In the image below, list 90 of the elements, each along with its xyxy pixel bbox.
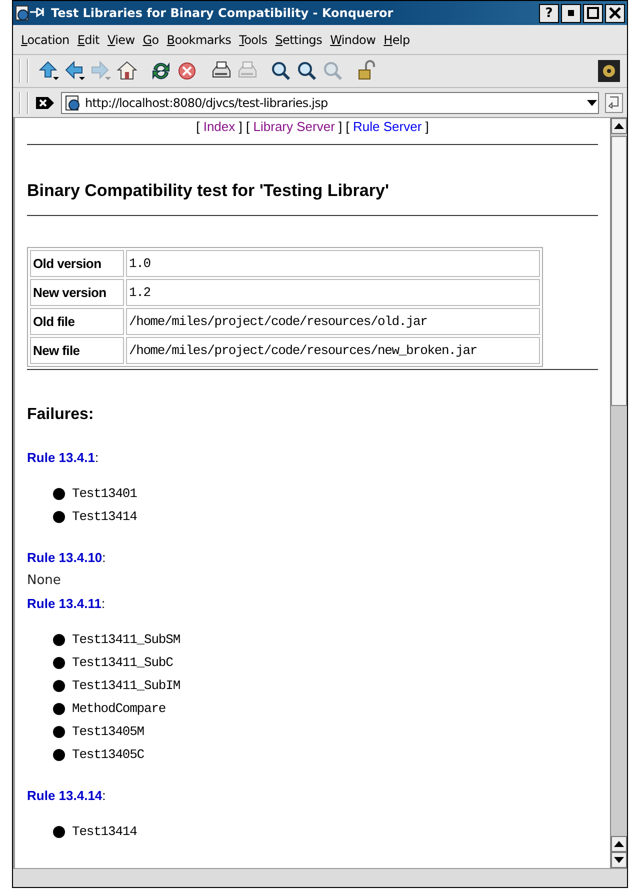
clear-icon [35,96,55,110]
up-arrow-icon [37,59,61,83]
table-cell: Old file [30,308,124,335]
colon-text: : [101,596,106,610]
table-cell: 1.0 [126,250,540,277]
menu-item[interactable]: Edit [73,30,104,48]
magnifier-icon [321,59,345,83]
bracket-text: [ [246,119,250,134]
activity-button[interactable] [597,59,621,83]
scroll-up-icon[interactable] [614,841,624,847]
test-name: MethodCompare [72,701,166,716]
table-cell: Old version [30,250,124,277]
bullet-icon [53,826,65,838]
maximize-button[interactable] [583,4,603,22]
menu-item[interactable]: Settings [271,30,326,48]
rule-link[interactable]: Rule 13.4.1 [27,450,95,464]
colon-text: : [94,450,99,464]
bracket-text: ] [425,119,429,134]
bullet-icon [53,656,65,668]
menu-item[interactable]: Window [326,30,380,48]
nav-link[interactable]: Rule Server [353,119,422,134]
test-name: Test13414 [72,509,137,524]
section-heading: Failures: [27,406,95,424]
scroll-up-icon[interactable] [614,123,624,129]
test-name: Test13411_SubSM [72,632,180,647]
menu-item[interactable]: Tools [235,30,272,48]
return-arrow-icon [608,96,620,110]
bracket-text: ] [338,119,342,134]
bullet-icon [53,634,65,646]
colon-text: : [102,788,106,802]
rule-link[interactable]: Rule 13.4.10 [27,550,102,564]
app-icon [15,4,47,22]
menu-item[interactable]: Help [380,30,414,48]
toolbar-handle[interactable] [19,59,29,83]
menu-item[interactable]: Go [138,30,163,48]
bracket-text: [ [196,119,200,134]
test-name: Test13405M [72,724,144,739]
test-name: Test13411_SubIM [72,678,180,693]
url-text: http://localhost:8080/djvcs/test-libraries.jsp [85,96,329,110]
bullet-icon [53,748,65,760]
go-button[interactable] [605,92,623,112]
page-heading: Binary Compatibility test for 'Testing Library' [27,181,390,202]
clear-location-button[interactable] [35,96,55,110]
test-name: Test13414 [72,824,137,839]
forward-arrow-icon [89,59,113,83]
location-field[interactable]: http://localhost:8080/djvcs/test-libraries.jsp [61,92,599,114]
dropdown-caret-icon[interactable] [586,98,598,106]
page-icon [65,94,81,110]
nav-link[interactable]: Index [203,119,236,134]
back-arrow-button[interactable] [63,59,87,83]
bullet-icon [53,726,65,738]
nav-link[interactable]: Library Server [253,119,335,134]
maximize-icon [587,7,599,19]
magnifier-icon [269,59,293,83]
table-cell: /home/miles/project/code/resources/old.jar [126,308,540,335]
rule-link[interactable]: Rule 13.4.11 [27,596,102,610]
magnifier-icon [295,59,319,83]
table-cell: New version [30,279,124,306]
bullet-icon [53,680,65,692]
table-cell: New file [30,337,124,364]
menu-item[interactable]: Location [17,30,74,48]
none-text: None [27,572,62,590]
test-name: Test13411_SubC [72,655,173,670]
back-arrow-icon [63,59,87,83]
bullet-icon [53,510,65,522]
colon-text: : [102,550,106,564]
up-arrow-button[interactable] [37,59,61,83]
help-button[interactable]: ? [539,4,559,22]
scrollbar[interactable] [610,118,627,868]
magnifier-button[interactable] [295,59,319,83]
bracket-text: [ [346,119,350,134]
toolbar-handle[interactable] [19,92,29,114]
gear-icon [598,60,620,82]
table-cell: /home/miles/project/code/resources/new_broken.jar [126,337,540,364]
rule-link[interactable]: Rule 13.4.14 [27,788,102,802]
table-cell: 1.2 [126,279,540,306]
bullet-icon [53,702,65,714]
menu-item[interactable]: Bookmarks [162,30,236,48]
minimize-icon [567,9,575,17]
minimize-button[interactable] [561,4,581,22]
close-icon [609,7,621,19]
window-title: Test Libraries for Binary Compatibility - Konqueror [51,6,394,20]
menu-item[interactable]: View [103,30,139,48]
close-button[interactable] [605,4,625,22]
bracket-text: ] [238,119,242,134]
bullet-icon [53,488,65,500]
scroll-down-icon[interactable] [614,857,624,863]
test-name: Test13405C [72,747,144,762]
magnifier-button[interactable] [269,59,293,83]
test-name: Test13401 [72,486,137,501]
